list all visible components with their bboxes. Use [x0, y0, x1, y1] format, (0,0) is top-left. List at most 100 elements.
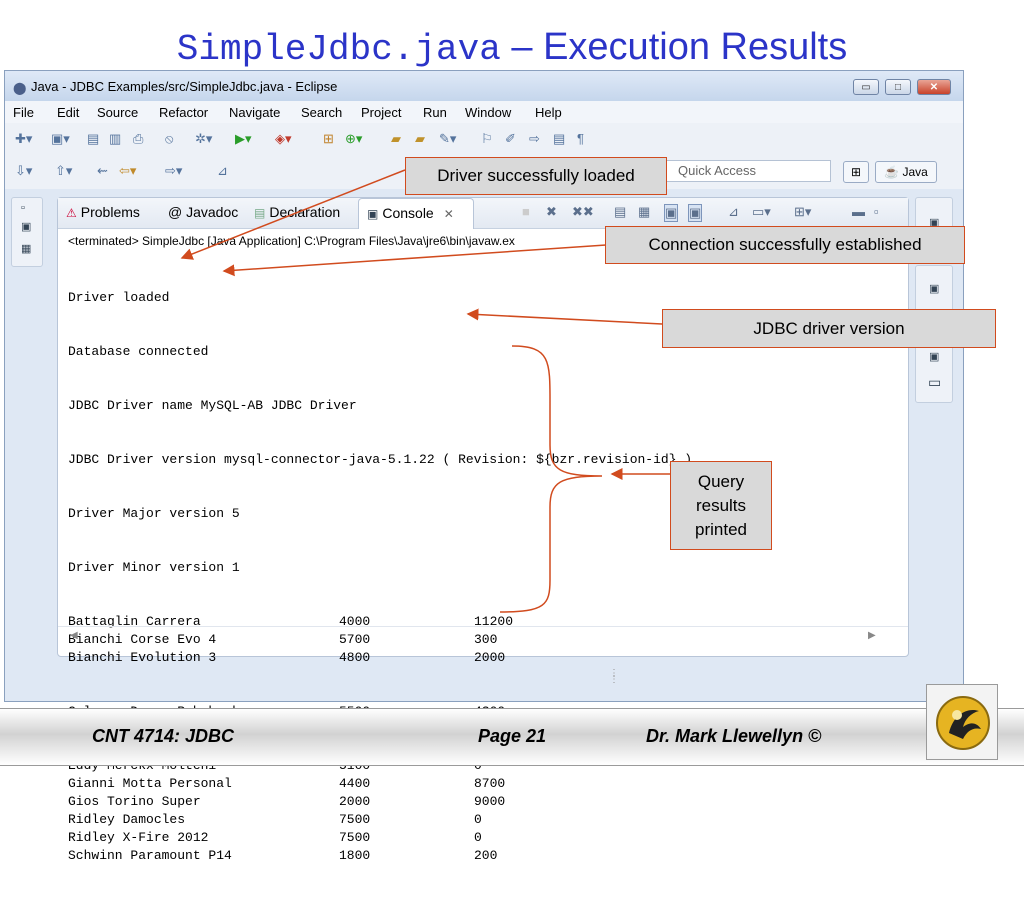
print-icon[interactable]: ⎙ — [133, 131, 143, 147]
horizontal-scrollbar[interactable]: ◀ ▶ — [58, 626, 908, 649]
footer-page-number: Page 21 — [478, 726, 547, 746]
display-console-icon[interactable]: ▭▾ — [752, 204, 771, 220]
show-on-error-icon[interactable]: ▣ — [688, 204, 703, 222]
main-toolbar: ✚▾ ▣▾ ▤ ▥ ⎙ ⦸ ✲▾ ▶▾ ◈▾ ⊞ ⊕▾ ▰ ▰ ✎▾ ⚐ ✐ ⇨… — [5, 123, 963, 155]
console-output[interactable]: Driver loaded Database connected JDBC Dr… — [68, 253, 898, 863]
result-value-1: 4400 — [339, 776, 371, 791]
result-value-2: 0 — [474, 812, 482, 827]
terminate-icon[interactable]: ■ — [522, 204, 530, 219]
menu-file[interactable]: File — [13, 105, 34, 120]
result-value-2: 8700 — [474, 776, 506, 791]
skip-breakpoints-icon[interactable]: ⦸ — [165, 131, 173, 147]
save-all-icon[interactable]: ▥ — [109, 131, 121, 147]
external-tools-icon[interactable]: ◈▾ — [275, 131, 292, 147]
word-wrap-icon[interactable]: ▤ — [553, 131, 565, 147]
view-tab-bar: ⚠ Problems @ Javadoc ▤ Declaration ▣ Consol… — [58, 198, 908, 229]
remove-all-terminated-icon[interactable]: ✖✖ — [572, 204, 594, 220]
terminated-line: <terminated> SimpleJdbc [Java Applicatio… — [68, 234, 515, 248]
callout-driver-version: JDBC driver version — [662, 309, 996, 348]
show-on-output-icon[interactable]: ▣ — [664, 204, 679, 222]
run-icon[interactable]: ▶▾ — [235, 131, 252, 147]
tab-declaration[interactable]: ▤ Declaration — [254, 204, 340, 220]
close-button[interactable]: ✕ — [917, 79, 951, 95]
menu-edit[interactable]: Edit — [57, 105, 79, 120]
tab-problems[interactable]: ⚠ Problems — [66, 204, 140, 220]
slide-title: SimpleJdbc.java – Execution Results — [0, 26, 1024, 70]
menu-bar: File Edit Source Refactor Navigate Searc… — [5, 101, 963, 123]
hierarchy-icon[interactable]: ▦ — [21, 242, 31, 255]
result-value-1: 2000 — [339, 794, 371, 809]
result-value-2: 200 — [474, 848, 498, 863]
back-icon[interactable]: ⇦▾ — [119, 163, 136, 179]
menu-search[interactable]: Search — [301, 105, 342, 120]
maximize-view-icon[interactable]: ▫ — [874, 204, 879, 219]
forward-icon[interactable]: ⇨▾ — [165, 163, 182, 179]
result-value-2: 9000 — [474, 794, 506, 809]
scroll-lock-icon[interactable]: ▦ — [638, 204, 650, 220]
next-annotation-icon[interactable]: ⇩▾ — [15, 163, 32, 179]
save-icon[interactable]: ▤ — [87, 131, 99, 147]
java-perspective-label: Java — [902, 165, 928, 179]
restore-view-icon[interactable]: ▣ — [929, 282, 939, 295]
clear-console-icon[interactable]: ▤ — [614, 204, 626, 220]
quick-access-input[interactable]: Quick Access — [661, 160, 831, 182]
maximize-button[interactable]: □ — [885, 79, 911, 95]
annotation-icon[interactable]: ⚐ — [481, 131, 493, 147]
minimize-button[interactable]: ▭ — [853, 79, 879, 95]
pin-console-icon[interactable]: ⊿ — [728, 204, 739, 220]
new-package-icon[interactable]: ⊞ — [323, 131, 334, 147]
new-type-icon[interactable]: ▣▾ — [51, 131, 70, 147]
restore-icon[interactable]: ▫ — [21, 202, 25, 214]
result-value-2: 0 — [474, 830, 482, 845]
pin-editor-icon[interactable]: ⊿ — [217, 163, 228, 179]
java-perspective-button[interactable]: ☕ Java — [875, 161, 937, 183]
tab-console-content: ▣ Console ✕ — [367, 205, 454, 221]
result-value-1: 7500 — [339, 830, 371, 845]
new-class-icon[interactable]: ⊕▾ — [345, 131, 362, 147]
menu-run[interactable]: Run — [423, 105, 447, 120]
debug-icon[interactable]: ✲▾ — [195, 131, 212, 147]
minimize-view-icon[interactable]: ▬ — [852, 204, 865, 219]
menu-help[interactable]: Help — [535, 105, 562, 120]
search-icon[interactable]: ✎▾ — [439, 131, 456, 147]
tab-console-label: Console — [382, 205, 434, 221]
result-row: Gianni Motta Personal 4400 8700 — [68, 775, 898, 793]
scroll-right-icon[interactable]: ▶ — [868, 630, 876, 641]
open-task-icon[interactable]: ▰ — [415, 131, 425, 147]
result-row: Gios Torino Super 2000 9000 — [68, 793, 898, 811]
menu-navigate[interactable]: Navigate — [229, 105, 280, 120]
console-view: ⚠ Problems @ Javadoc ▤ Declaration ▣ Consol… — [57, 197, 909, 863]
restore-view-icon[interactable]: ▣ — [929, 350, 939, 363]
close-tab-icon[interactable]: ✕ — [444, 207, 454, 221]
slide-title-code: SimpleJdbc.java — [176, 29, 501, 70]
restore-view-icon[interactable]: ▣ — [21, 220, 31, 233]
menu-project[interactable]: Project — [361, 105, 401, 120]
remove-launch-icon[interactable]: ✖ — [546, 204, 557, 220]
result-row: Ridley Damocles 7500 0 — [68, 811, 898, 829]
callout-driver-loaded: Driver successfully loaded — [405, 157, 667, 195]
callout-query-results-line: Query — [697, 472, 745, 491]
previous-annotation-icon[interactable]: ⇧▾ — [55, 163, 72, 179]
result-bike-name: Ridley Damocles — [68, 812, 186, 827]
outline-icon[interactable]: ▭ — [928, 374, 941, 391]
open-console-icon[interactable]: ⊞▾ — [794, 204, 811, 220]
show-whitespace-icon[interactable]: ¶ — [577, 131, 584, 146]
block-selection-icon[interactable]: ⇨ — [529, 131, 540, 147]
tab-console[interactable]: ▣ Console ✕ — [358, 198, 474, 229]
open-perspective-button[interactable]: ⊞ — [843, 161, 869, 183]
menu-refactor[interactable]: Refactor — [159, 105, 208, 120]
java-perspective-icon: ☕ — [884, 165, 903, 179]
menu-window[interactable]: Window — [465, 105, 511, 120]
problems-icon: ⚠ — [66, 206, 77, 220]
tab-javadoc[interactable]: @ Javadoc — [168, 204, 238, 220]
last-edit-icon[interactable]: ⇜ — [97, 163, 108, 179]
open-type-icon[interactable]: ▰ — [391, 131, 401, 147]
window-titlebar[interactable]: ⬤ Java - JDBC Examples/src/SimpleJdbc.ja… — [5, 71, 963, 101]
footer-course: CNT 4714: JDBC — [92, 726, 235, 746]
callout-connection: Connection successfully established — [605, 226, 965, 264]
mark-occurrences-icon[interactable]: ✐ — [505, 131, 516, 147]
result-row: Bianchi Evolution 3 4800 2000 — [68, 649, 898, 667]
menu-source[interactable]: Source — [97, 105, 138, 120]
scroll-left-icon[interactable]: ◀ — [70, 630, 78, 641]
new-icon[interactable]: ✚▾ — [15, 131, 32, 147]
